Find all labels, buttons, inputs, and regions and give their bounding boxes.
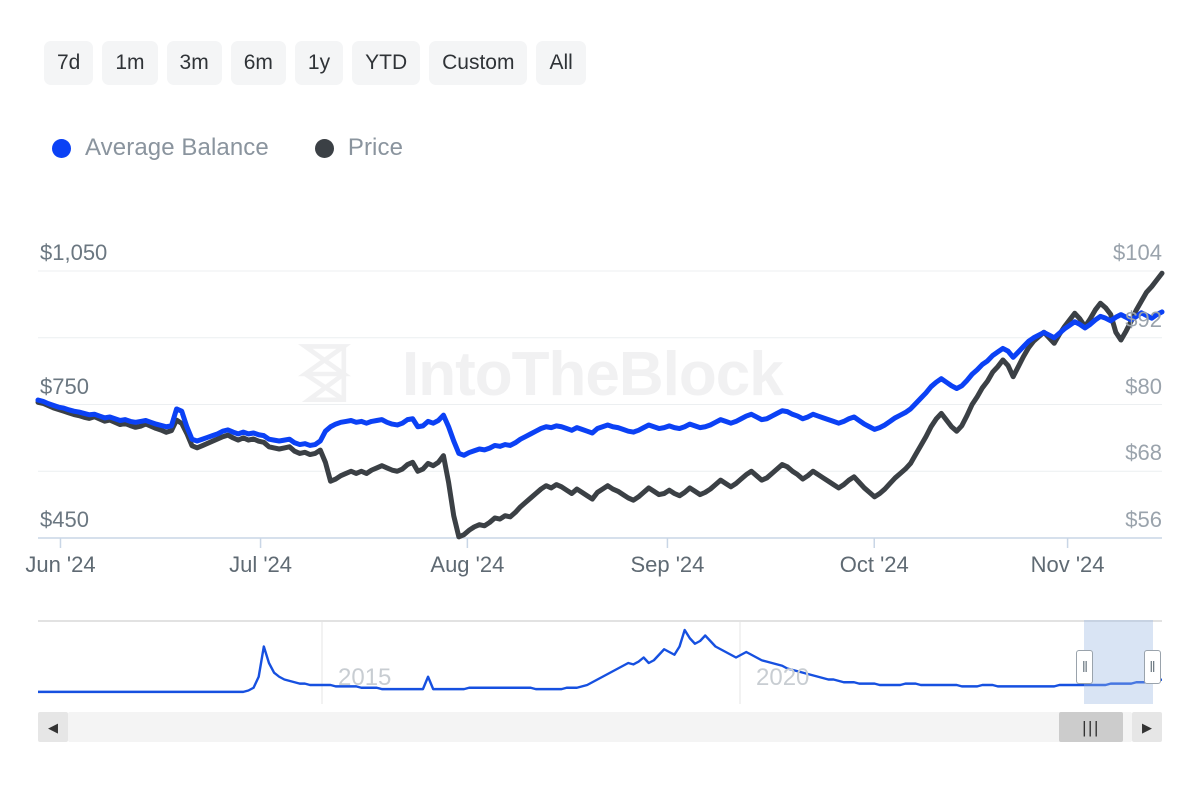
time-range-selector: 7d 1m 3m 6m 1y YTD Custom All — [44, 41, 586, 85]
x-axis: Jun '24 Jul '24 Aug '24 Sep '24 Oct '24 Nov '… — [0, 552, 1200, 592]
range-button-all[interactable]: All — [536, 41, 586, 85]
chevron-right-icon: ▶ — [1142, 719, 1152, 735]
range-button-7d[interactable]: 7d — [44, 41, 94, 85]
scroll-right-button[interactable]: ▶ — [1132, 712, 1162, 742]
navigator-handle-left[interactable]: ‖ — [1076, 650, 1094, 684]
y-axis-right-label-0: $104 — [1113, 240, 1162, 265]
range-button-1y[interactable]: 1y — [294, 41, 344, 85]
navigator-handle-right[interactable]: ‖ — [1144, 650, 1161, 684]
y-axis-left-label-2: $450 — [40, 507, 89, 532]
chart-plot-area — [35, 270, 1165, 548]
navigator-year-label-2020: 2020 — [756, 664, 810, 691]
x-axis-tick-label-1: Jul '24 — [229, 552, 292, 577]
range-navigator[interactable]: 2015 2020 ‖ ‖ — [38, 620, 1163, 718]
y-axis-right-label-3: $68 — [1125, 440, 1162, 466]
x-axis-tick-label-3: Sep '24 — [630, 552, 705, 577]
y-axis-right-label-4: $56 — [1125, 507, 1162, 532]
range-button-custom[interactable]: Custom — [429, 41, 528, 85]
range-button-1m[interactable]: 1m — [102, 41, 158, 85]
legend-dot-average-balance — [52, 138, 71, 158]
y-axis-right-label-2: $80 — [1125, 373, 1162, 399]
scroll-left-button[interactable]: ◀ — [38, 712, 68, 742]
x-axis-tick-label-2: Aug '24 — [430, 552, 505, 577]
x-axis-tick-label-5: Nov '24 — [1030, 552, 1105, 577]
y-axis-right-label-1: $92 — [1125, 306, 1162, 332]
chart-legend: Average Balance Price — [52, 134, 403, 162]
legend-label-price: Price — [347, 134, 404, 161]
scrollbar-thumb[interactable]: ||| — [1058, 712, 1124, 742]
y-axis-left-label-1: $750 — [40, 373, 89, 399]
scrollbar-track[interactable]: ||| — [68, 712, 1132, 742]
chart-page: 7d 1m 3m 6m 1y YTD Custom All Average Ba… — [0, 0, 1200, 800]
navigator-scrollbar[interactable]: ◀ ||| ▶ — [38, 712, 1162, 742]
range-button-3m[interactable]: 3m — [166, 41, 222, 85]
x-axis-tick-label-0: Jun '24 — [25, 552, 96, 577]
legend-dot-price — [314, 138, 334, 158]
x-axis-tick-label-4: Oct '24 — [839, 552, 909, 577]
navigator-plot — [38, 620, 1163, 704]
chevron-left-icon: ◀ — [48, 719, 58, 735]
legend-item-average-balance[interactable]: Average Balance — [52, 134, 269, 162]
price-balance-chart[interactable]: IntoTheBlock $1,050 $750 $450 $104 $92 $80 $68… — [0, 200, 1200, 600]
scrollbar-grip-icon: ||| — [1082, 717, 1100, 737]
range-button-ytd[interactable]: YTD — [352, 41, 421, 85]
navigator-selection-mask[interactable] — [1084, 620, 1153, 704]
y-axis-left-label-0: $1,050 — [40, 240, 108, 265]
range-button-6m[interactable]: 6m — [230, 41, 286, 85]
legend-label-average-balance: Average Balance — [85, 134, 269, 161]
navigator-year-label-2015: 2015 — [338, 664, 392, 691]
legend-item-price[interactable]: Price — [314, 134, 404, 162]
